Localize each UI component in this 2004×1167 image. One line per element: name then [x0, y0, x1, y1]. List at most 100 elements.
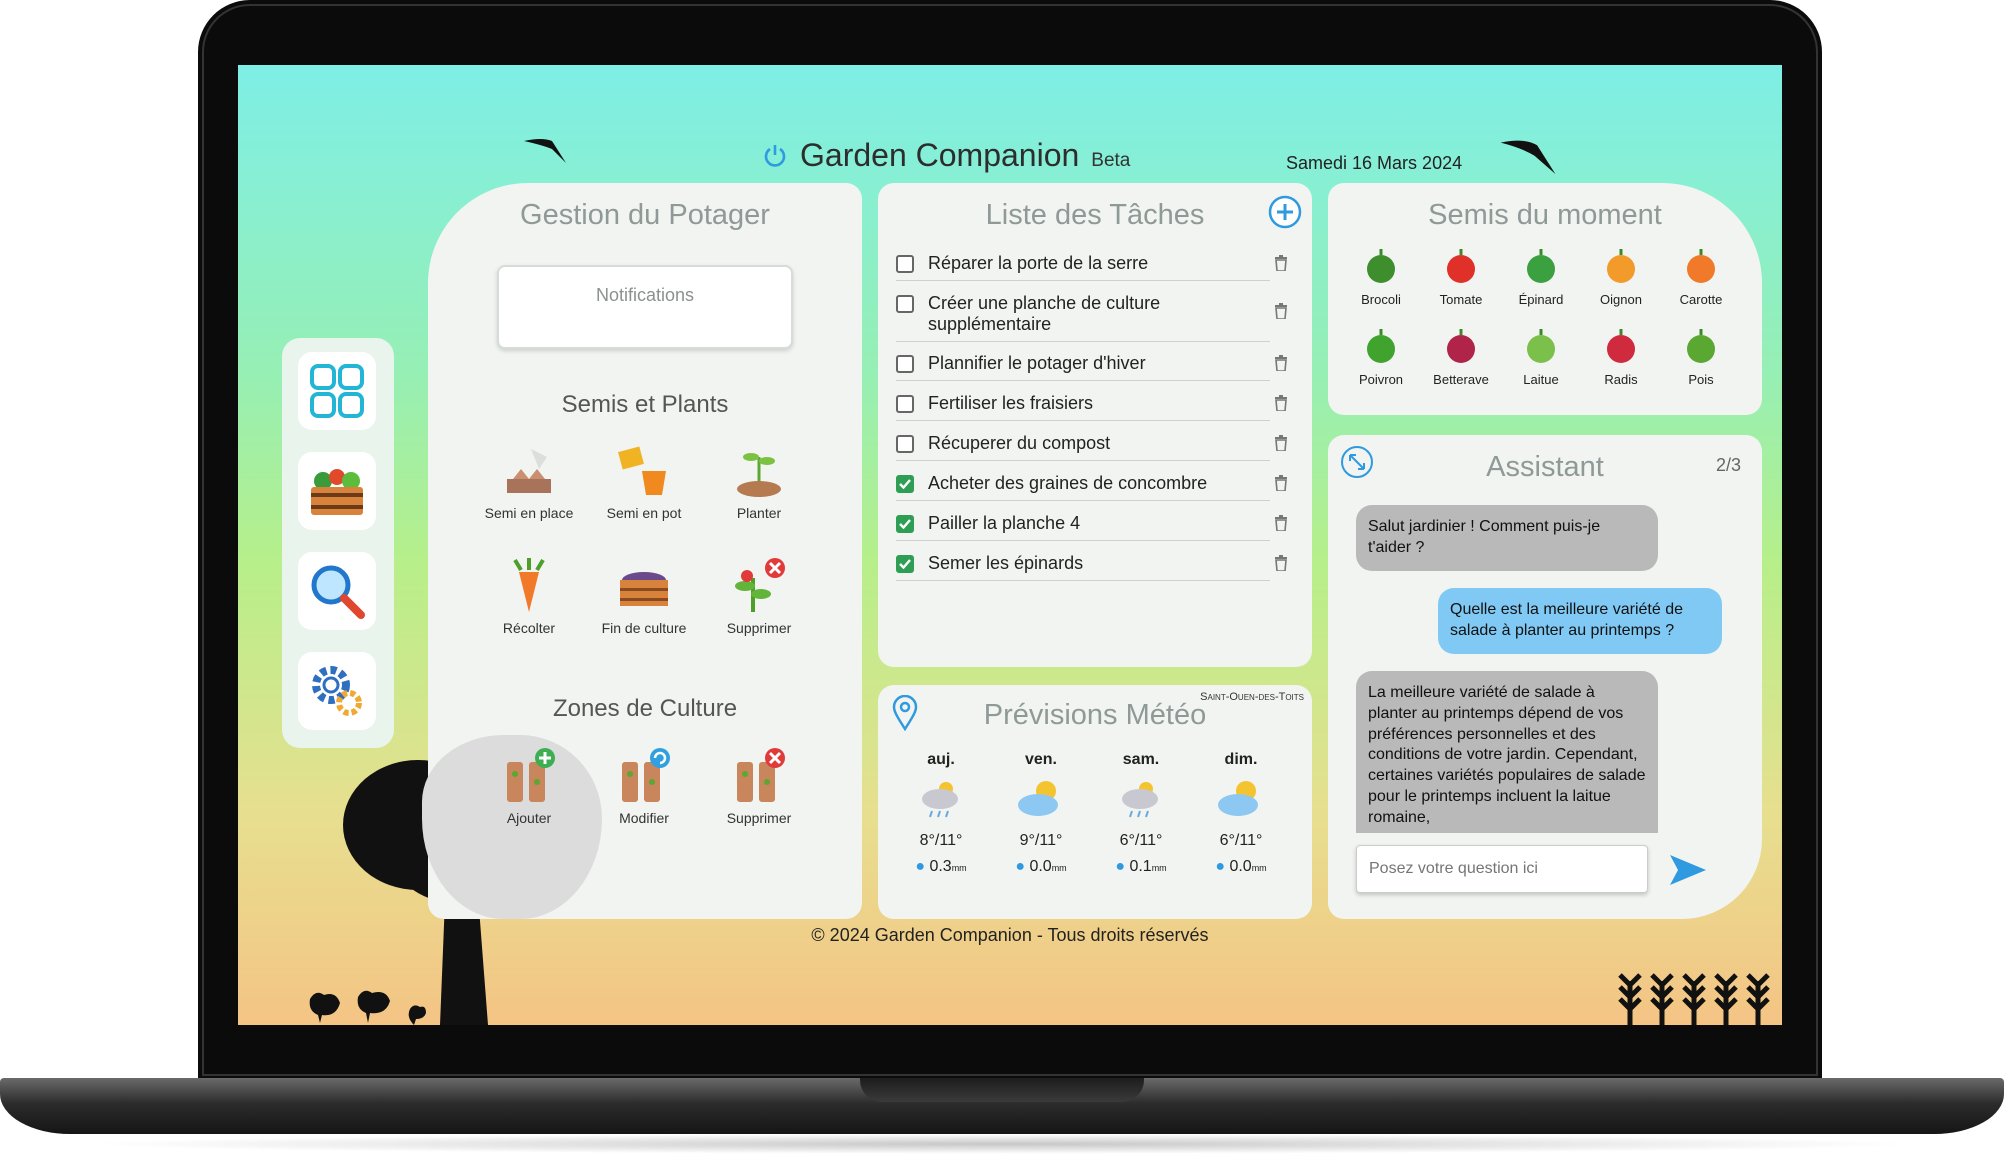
- partly-sunny-icon: [1018, 781, 1058, 816]
- day-temp: 9°/11°: [1019, 832, 1063, 849]
- task-checkbox[interactable]: [896, 475, 914, 493]
- rain-unit: mm: [1151, 863, 1167, 873]
- trash-icon[interactable]: [1274, 395, 1288, 412]
- notifications-box[interactable]: Notifications: [497, 265, 793, 349]
- task-checkbox[interactable]: [896, 255, 914, 273]
- task-item: Semer les épinards: [896, 553, 1270, 581]
- assistant-panel: Assistant 2/3 Salut jardinier ! Comment …: [1328, 435, 1762, 919]
- veg-item[interactable]: Radis: [1584, 327, 1658, 387]
- veg-item[interactable]: Tomate: [1424, 247, 1498, 307]
- task-item: Plannifier le potager d'hiver: [896, 353, 1270, 381]
- forecast-day: auj. 8°/11° ● 0.3mm: [896, 751, 986, 876]
- tasks-panel: Liste des Tâches Réparer la porte de la …: [878, 183, 1312, 667]
- grid-icon: [310, 364, 364, 418]
- veg-item[interactable]: Brocoli: [1344, 247, 1418, 307]
- task-label: Acheter des graines de concombre: [928, 473, 1208, 493]
- veg-item[interactable]: Pois: [1664, 327, 1738, 387]
- semi-en-place-button[interactable]: Semi en place: [469, 443, 589, 521]
- rain-drop-icon: ●: [1215, 858, 1225, 875]
- add-zone-icon: [507, 748, 555, 802]
- task-checkbox[interactable]: [896, 435, 914, 453]
- nav-crate-button[interactable]: [298, 452, 376, 530]
- ajouter-zone-button[interactable]: Ajouter: [469, 748, 589, 826]
- carotte-icon: [1687, 249, 1715, 283]
- tile-label: Supprimer: [726, 620, 792, 636]
- day-temp: 6°/11°: [1219, 832, 1263, 849]
- current-date: Samedi 16 Mars 2024: [1286, 153, 1463, 173]
- nav-search-button[interactable]: [298, 552, 376, 630]
- bot-message: Salut jardinier ! Comment puis-je t'aide…: [1356, 505, 1658, 571]
- day-name: sam.: [1122, 751, 1160, 768]
- forecast-day: dim. 6°/11° ● 0.0mm: [1196, 751, 1286, 876]
- trash-icon[interactable]: [1274, 475, 1288, 492]
- beta-badge: Beta: [1091, 150, 1131, 171]
- tile-label: Fin de culture: [601, 620, 687, 636]
- rain-cloud-icon: [922, 782, 958, 818]
- seed-in-pot-icon: [618, 446, 666, 495]
- trash-icon[interactable]: [1274, 555, 1288, 572]
- rain-drop-icon: ●: [1115, 858, 1125, 875]
- semi-en-pot-button[interactable]: Semi en pot: [584, 443, 704, 521]
- power-icon[interactable]: [762, 143, 788, 169]
- rain-drop-icon: ●: [1015, 858, 1025, 875]
- veg-item[interactable]: Oignon: [1584, 247, 1658, 307]
- nav-settings-button[interactable]: [298, 652, 376, 730]
- rain-amount: 0.3: [929, 858, 952, 875]
- remove-zone-icon: [737, 748, 785, 802]
- rain-cloud-icon: [1122, 782, 1158, 818]
- weather-panel: Saint-Ouen-des-Toits Prévisions Météo au…: [878, 685, 1312, 919]
- task-checkbox[interactable]: [896, 395, 914, 413]
- modifier-zone-button[interactable]: Modifier: [584, 748, 704, 826]
- tile-label: Récolter: [502, 620, 556, 636]
- trash-icon[interactable]: [1274, 435, 1288, 452]
- rain-amount: 0.0: [1229, 858, 1252, 875]
- veg-item[interactable]: Épinard: [1504, 247, 1578, 307]
- veg-label: Épinard: [1518, 292, 1564, 307]
- send-icon[interactable]: [1668, 853, 1708, 887]
- task-checkbox[interactable]: [896, 555, 914, 573]
- task-checkbox[interactable]: [896, 355, 914, 373]
- recolter-button[interactable]: Récolter: [469, 558, 589, 636]
- question-input[interactable]: [1356, 845, 1648, 893]
- veg-label: Carotte: [1679, 292, 1723, 307]
- location-pin-icon: [892, 695, 918, 731]
- weather-title: Prévisions Météo: [983, 699, 1207, 731]
- trash-icon[interactable]: [1274, 303, 1288, 320]
- trash-icon[interactable]: [1274, 355, 1288, 372]
- seed-in-ground-icon: [507, 449, 551, 493]
- supprimer-zone-button[interactable]: Supprimer: [699, 748, 819, 826]
- planter-button[interactable]: Planter: [699, 443, 819, 521]
- app-screen: Garden Companion Beta Samedi 16 Mars 202…: [238, 65, 1782, 1025]
- supprimer-plant-button[interactable]: Supprimer: [699, 558, 819, 636]
- day-temp: 8°/11°: [919, 832, 963, 849]
- rain-unit: mm: [1051, 863, 1067, 873]
- veg-item[interactable]: Betterave: [1424, 327, 1498, 387]
- day-temp: 6°/11°: [1119, 832, 1163, 849]
- veg-item[interactable]: Poivron: [1344, 327, 1418, 387]
- bird-icon: [1500, 140, 1556, 174]
- day-name: ven.: [1024, 751, 1057, 768]
- chickens-silhouette: [309, 990, 426, 1025]
- nav-dashboard-button[interactable]: [298, 352, 376, 430]
- zones-section-title: Zones de Culture: [552, 695, 738, 722]
- pois-icon: [1687, 329, 1715, 363]
- laptop-notch: [860, 1078, 1144, 1102]
- task-checkbox[interactable]: [896, 295, 914, 313]
- fin-de-culture-button[interactable]: Fin de culture: [584, 558, 704, 636]
- check-icon: [899, 519, 911, 529]
- app-title: Garden Companion: [800, 137, 1080, 173]
- veg-item[interactable]: Laitue: [1504, 327, 1578, 387]
- task-label: Plannifier le potager d'hiver: [928, 353, 1146, 373]
- semis-moment-title: Semis du moment: [1428, 199, 1662, 231]
- tomate-icon: [1447, 249, 1475, 283]
- laptop-shadow: [80, 1134, 1924, 1154]
- trash-icon[interactable]: [1274, 515, 1288, 532]
- trash-icon[interactable]: [1274, 255, 1288, 272]
- add-task-icon[interactable]: [1268, 195, 1302, 229]
- expand-icon[interactable]: [1340, 445, 1374, 479]
- oignon-icon: [1607, 249, 1635, 283]
- veg-label: Betterave: [1433, 372, 1489, 387]
- veg-item[interactable]: Carotte: [1664, 247, 1738, 307]
- task-checkbox[interactable]: [896, 515, 914, 533]
- potager-title: Gestion du Potager: [520, 199, 770, 231]
